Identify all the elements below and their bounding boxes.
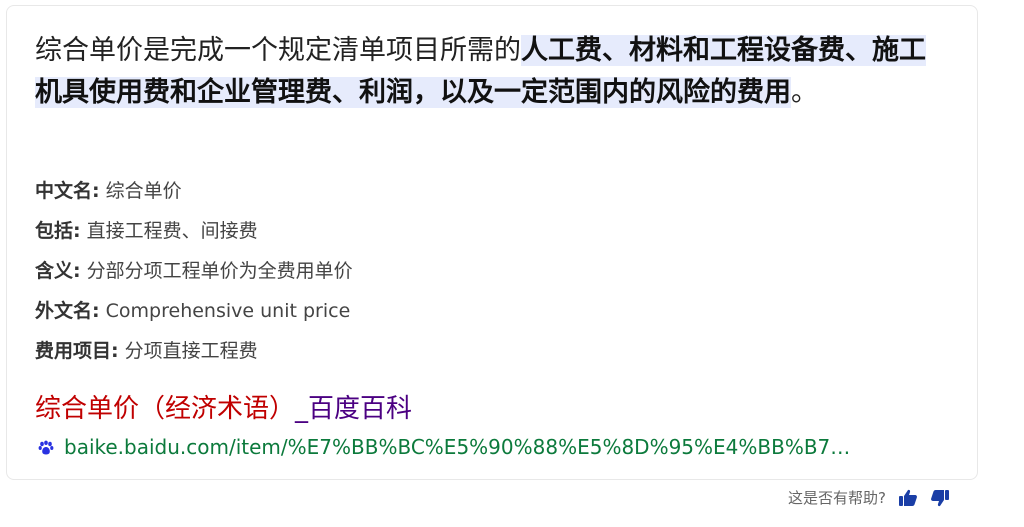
fact-includes: 包括: 直接工程费、间接费 [35, 216, 353, 256]
result-title-link[interactable]: 综合单价（经济术语）_百度百科 [35, 391, 412, 427]
fact-key: 中文名: [35, 180, 100, 202]
fact-cost-items: 费用项目: 分项直接工程费 [35, 336, 353, 376]
answer-suffix: 。 [791, 77, 818, 108]
baidu-paw-icon [38, 435, 54, 462]
fact-value: 分部分项工程单价为全费用单价 [86, 260, 353, 282]
fact-key: 费用项目: [35, 340, 119, 362]
fact-key: 外文名: [35, 300, 100, 322]
fact-value: 直接工程费、间接费 [86, 220, 258, 242]
fact-key: 包括: [35, 220, 81, 242]
fact-chinese-name: 中文名: 综合单价 [35, 176, 353, 216]
fact-value: 分项直接工程费 [124, 340, 258, 362]
thumbs-down-icon[interactable] [930, 488, 950, 508]
feedback-bar: 这是否有帮助? [788, 486, 950, 510]
result-title-main: 综合单价（经济术语） [35, 394, 296, 424]
result-url-row[interactable]: baike.baidu.com/item/%E7%BB%BC%E5%90%88%… [38, 433, 938, 461]
feedback-label: 这是否有帮助? [788, 489, 886, 507]
fact-value: Comprehensive unit price [105, 300, 351, 322]
thumbs-up-icon[interactable] [898, 488, 918, 508]
result-url: baike.baidu.com/item/%E7%BB%BC%E5%90%88%… [64, 435, 851, 459]
facts-list: 中文名: 综合单价 包括: 直接工程费、间接费 含义: 分部分项工程单价为全费用… [35, 176, 353, 376]
result-title-suffix: _百度百科 [295, 394, 413, 424]
answer-text: 综合单价是完成一个规定清单项目所需的人工费、材料和工程设备费、施工机具使用费和企… [35, 30, 945, 114]
fact-meaning: 含义: 分部分项工程单价为全费用单价 [35, 256, 353, 296]
answer-prefix: 综合单价是完成一个规定清单项目所需的 [35, 35, 521, 66]
fact-value: 综合单价 [105, 180, 182, 202]
fact-foreign-name: 外文名: Comprehensive unit price [35, 296, 353, 336]
fact-key: 含义: [35, 260, 81, 282]
